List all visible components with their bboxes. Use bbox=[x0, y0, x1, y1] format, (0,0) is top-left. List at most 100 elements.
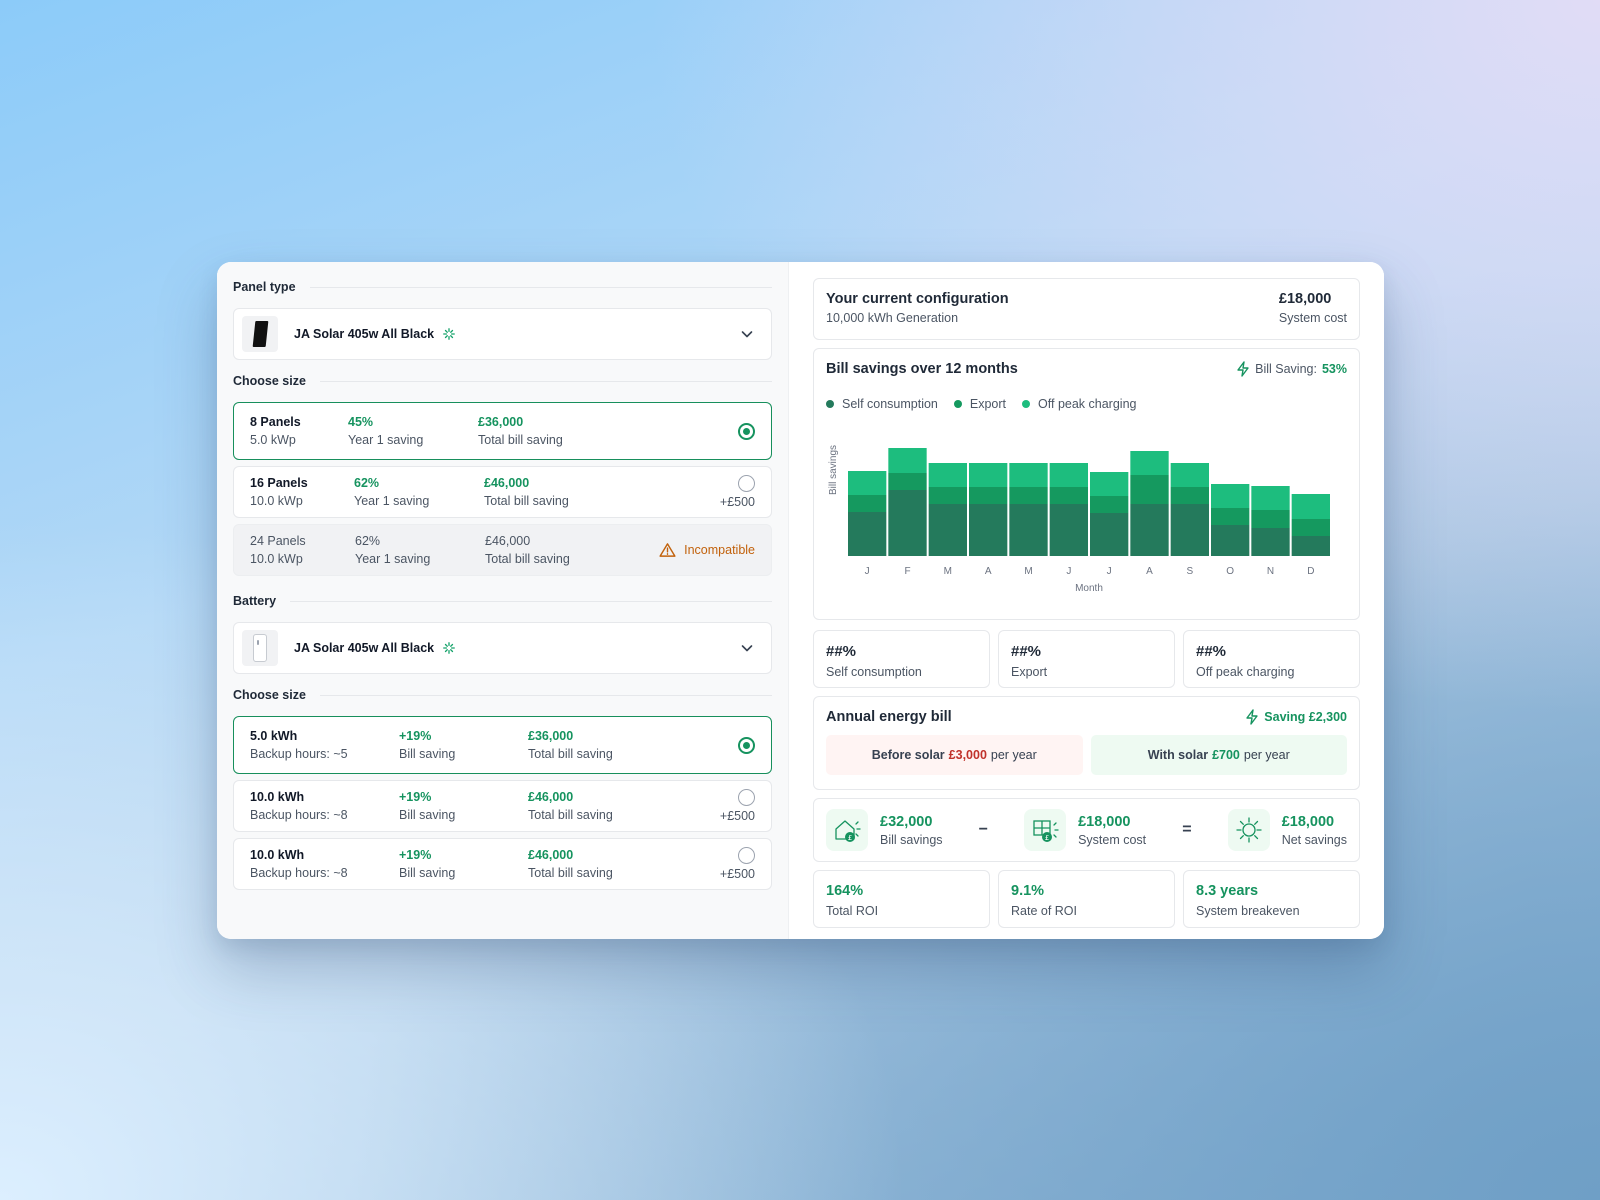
bar-segment bbox=[969, 463, 1008, 487]
radio-icon[interactable] bbox=[738, 789, 755, 806]
chevron-down-icon[interactable] bbox=[739, 326, 755, 342]
x-tick-label: A bbox=[1146, 566, 1153, 577]
legend-off-peak: Off peak charging bbox=[1022, 397, 1136, 411]
option-year1-label: Year 1 saving bbox=[348, 433, 424, 447]
bar-segment bbox=[1251, 528, 1290, 556]
stat-self-consumption: ##% Self consumption bbox=[813, 630, 990, 688]
option-bill-value: +19% bbox=[399, 729, 432, 743]
config-cost-label: System cost bbox=[1278, 311, 1347, 325]
bar-segment bbox=[969, 504, 1008, 556]
option-backup: Backup hours: ~8 bbox=[250, 866, 348, 880]
equals-operator: = bbox=[1182, 821, 1192, 838]
option-kwp: 10.0 kWp bbox=[250, 494, 303, 508]
annual-title: Annual energy bill bbox=[826, 709, 952, 725]
radio-icon[interactable] bbox=[738, 422, 755, 440]
breakdown-stats: ##% Self consumption ##% Export ##% Off … bbox=[813, 630, 1360, 688]
eq-system-cost: £ £18,000 System cost bbox=[1024, 809, 1146, 851]
battery-choose-size-heading: Choose size bbox=[233, 686, 772, 704]
legend-export: Export bbox=[953, 397, 1006, 411]
bar-segment bbox=[1251, 486, 1290, 510]
bar-segment bbox=[1251, 510, 1290, 528]
stat-off-peak: ##% Off peak charging bbox=[1183, 630, 1360, 688]
bill-saving-badge: Bill Saving: 53% bbox=[1236, 361, 1347, 377]
warning-icon bbox=[659, 543, 676, 557]
option-bill-label: Bill saving bbox=[399, 808, 456, 822]
radio-icon[interactable] bbox=[738, 736, 755, 754]
bill-savings-chart: J F M A M J J A S O N D Month Bill savings bbox=[828, 445, 1330, 594]
option-total-value: £46,000 bbox=[528, 790, 574, 804]
x-axis-label: Month bbox=[1075, 583, 1103, 594]
house-pound-icon: £ bbox=[826, 809, 868, 851]
net-savings-equation: £ £32,000 Bill savings − £ £18,000 Syste… bbox=[813, 798, 1360, 862]
panel-thumbnail bbox=[242, 316, 278, 352]
sparkle-icon bbox=[443, 642, 456, 654]
panel-pound-icon: £ bbox=[1024, 809, 1067, 851]
panel-type-dropdown[interactable]: JA Solar 405w All Black bbox=[233, 308, 772, 360]
panel-type-heading: Panel type bbox=[233, 278, 772, 296]
bar-segment bbox=[1090, 513, 1129, 556]
annual-saving: Saving £2,300 bbox=[1245, 709, 1347, 725]
bar-segment bbox=[888, 448, 927, 473]
x-tick-label: J bbox=[1066, 566, 1071, 577]
bar-segment bbox=[1090, 496, 1129, 513]
sun-icon bbox=[1227, 809, 1270, 851]
bar-segment bbox=[1291, 536, 1330, 556]
eq-bill-savings: £ £32,000 Bill savings bbox=[826, 809, 943, 851]
option-kwp: 5.0 kWp bbox=[250, 433, 296, 447]
battery-dropdown[interactable]: JA Solar 405w All Black bbox=[233, 622, 772, 674]
option-bill-value: +19% bbox=[399, 790, 432, 804]
option-size: 8 Panels bbox=[250, 415, 301, 429]
option-year1-value: 45% bbox=[348, 415, 374, 429]
bar-segment bbox=[888, 490, 927, 556]
bar-segment bbox=[848, 512, 887, 556]
bar-segment bbox=[928, 487, 967, 504]
x-tick-label: J bbox=[1107, 566, 1112, 577]
bar-segment bbox=[1049, 487, 1088, 504]
stat-breakeven: 8.3 years System breakeven bbox=[1183, 870, 1360, 928]
configurator-card: Panel type JA Solar 405w All Black Choos… bbox=[217, 262, 1384, 939]
x-tick-label: S bbox=[1186, 566, 1193, 577]
battery-option-10kwh[interactable]: 10.0 kWh Backup hours: ~8 +19% Bill saving… bbox=[233, 780, 772, 832]
x-tick-label: M bbox=[1024, 566, 1032, 577]
panel-type-value: JA Solar 405w All Black bbox=[294, 327, 435, 341]
panel-option-8[interactable]: 8 Panels 5.0 kWp 45% Year 1 saving £36,000… bbox=[233, 402, 772, 460]
bar-segment bbox=[1291, 494, 1330, 519]
right-panel: Your current configuration 10,000 kWh Ge… bbox=[789, 262, 1384, 939]
option-bill-value: +19% bbox=[399, 848, 432, 862]
option-year1-value: 62% bbox=[355, 534, 381, 548]
radio-icon[interactable] bbox=[738, 847, 755, 864]
sparkle-icon bbox=[443, 328, 456, 340]
bar-segment bbox=[1170, 487, 1209, 504]
radio-icon[interactable] bbox=[738, 475, 755, 492]
option-extra-cost: +£500 bbox=[719, 809, 755, 823]
panel-option-24: 24 Panels 10.0 kWp 62% Year 1 saving £46,0… bbox=[233, 524, 772, 576]
x-tick-label: M bbox=[944, 566, 952, 577]
option-year1-label: Year 1 saving bbox=[354, 494, 430, 508]
y-axis-label: Bill savings bbox=[828, 445, 839, 495]
option-extra-cost: +£500 bbox=[719, 495, 755, 509]
battery-thumbnail bbox=[242, 630, 278, 666]
option-size: 24 Panels bbox=[250, 534, 306, 548]
option-total-value: £46,000 bbox=[528, 848, 574, 862]
panel-option-16[interactable]: 16 Panels 10.0 kWp 62% Year 1 saving £46,0… bbox=[233, 466, 772, 518]
bar-segment bbox=[1009, 504, 1048, 556]
option-extra-cost: +£500 bbox=[719, 867, 755, 881]
option-total-label: Total bill saving bbox=[528, 747, 613, 761]
lightning-icon bbox=[1237, 361, 1249, 377]
option-total-label: Total bill saving bbox=[484, 494, 569, 508]
option-backup: Backup hours: ~5 bbox=[250, 747, 348, 761]
option-size: 16 Panels bbox=[250, 476, 308, 490]
bar-segment bbox=[1130, 451, 1169, 475]
bar-segment bbox=[1211, 484, 1250, 508]
battery-option-10kwh-2[interactable]: 10.0 kWh Backup hours: ~8 +19% Bill saving… bbox=[233, 838, 772, 890]
bar-segment bbox=[1211, 508, 1250, 525]
bar-segment bbox=[928, 504, 967, 556]
svg-text:£: £ bbox=[848, 834, 852, 842]
battery-option-5kwh[interactable]: 5.0 kWh Backup hours: ~5 +19% Bill saving … bbox=[233, 716, 772, 774]
chevron-down-icon[interactable] bbox=[739, 640, 755, 656]
bar-segment bbox=[1291, 519, 1330, 536]
bill-savings-chart-card: Bill savings over 12 months Bill Saving:… bbox=[813, 348, 1360, 620]
battery-heading: Battery bbox=[233, 592, 772, 610]
config-cost: £18,000 bbox=[1278, 291, 1332, 307]
bar-segment bbox=[969, 487, 1008, 504]
